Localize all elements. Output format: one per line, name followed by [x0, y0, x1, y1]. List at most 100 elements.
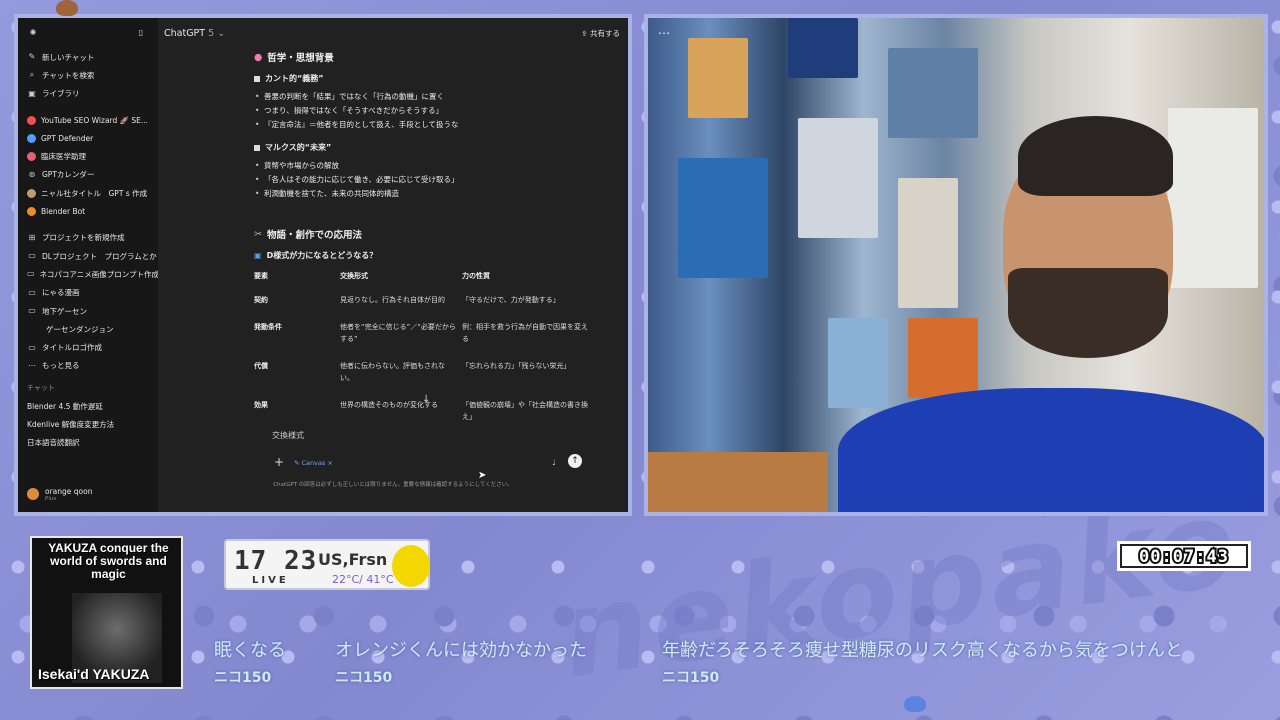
chat-history-label: 日本語音読翻訳	[27, 438, 80, 448]
stream-comment: 眠くなる	[214, 640, 286, 661]
gpt-avatar-icon	[27, 152, 36, 162]
table-header: 交換形式	[340, 272, 368, 280]
gpt-item[interactable]: GPT Defender	[18, 129, 158, 147]
gpt-item[interactable]: YouTube SEO Wizard 🚀 SE...	[18, 111, 158, 129]
bullet-list: 貨幣や市場からの解放 「各人はその能力に応じて働き、必要に応じて受け取る」 利潤…	[254, 159, 594, 201]
live-label: LIVE	[252, 575, 289, 586]
gpt-label: GPTカレンダー	[42, 170, 95, 180]
sidebar-item-library[interactable]: ▣ ライブラリ	[18, 85, 158, 103]
table-cell: 代償	[254, 362, 268, 370]
gpt-avatar-icon	[27, 207, 36, 217]
table-cell: 見返りなし。行為それ自体が目的	[340, 296, 445, 304]
sidebar-header: ✺ ▯	[18, 18, 158, 48]
sidebar-toggle-icon[interactable]: ▯	[136, 28, 146, 38]
gpt-item[interactable]: 臨床医学助理	[18, 147, 158, 165]
person-hair	[1018, 116, 1173, 196]
scroll-down-icon[interactable]: ↓	[422, 394, 430, 405]
share-button[interactable]: ⇪ 共有する	[581, 28, 620, 39]
sub-heading-text: カント的“義務”	[265, 74, 324, 83]
folder-icon: ▭	[27, 269, 35, 279]
project-item[interactable]: ▭ 地下ゲーセン	[18, 302, 158, 320]
sub-heading: マルクス的“未来”	[254, 142, 594, 153]
book-cover: YAKUZA conquer the world of swords and m…	[30, 536, 183, 689]
message-input[interactable]: 交換様式	[272, 430, 304, 441]
exchange-table: 要素 交換形式 力の性質 契約 見返りなし。行為それ自体が目的 「守るだけで、力が発…	[254, 267, 594, 433]
mouse-cursor-icon: ➤	[478, 470, 487, 481]
stream-comment: オレンジくんには効かなかった	[335, 640, 587, 661]
chevron-down-icon: ⌄	[214, 27, 226, 39]
sub-heading: カント的“義務”	[254, 73, 594, 84]
project-subitem[interactable]: ゲーセンダンジョン	[18, 320, 158, 338]
chat-history-item[interactable]: 日本語音読翻訳	[18, 434, 158, 452]
chat-history-label: Kdenlive 解像度変更方法	[27, 419, 115, 429]
table-header-row: 要素 交換形式 力の性質	[254, 267, 594, 289]
list-item: 善悪の判断を「結果」ではなく「行為の動機」に置く	[254, 90, 594, 104]
section-title: 哲学・思想背景	[267, 53, 334, 64]
gpt-icon: ⊛	[28, 169, 36, 179]
sub-heading-text: D様式が力になるとどうなる？	[266, 251, 378, 260]
project-item[interactable]: ▭ ネコパコアニメ画像プロンプト作成	[18, 265, 158, 283]
sub-heading: ▣ D様式が力になるとどうなる？	[254, 250, 594, 261]
clock-time: 17 23	[234, 546, 318, 576]
user-info: orange qoon Plus	[45, 487, 92, 502]
openai-logo-icon[interactable]: ✺	[28, 28, 38, 38]
section-heading: ✂ 物語・創作での応用法	[254, 227, 594, 242]
chat-history-item[interactable]: Blender 4.5 動作遅延	[18, 397, 158, 415]
tools-icon: ✂	[254, 228, 262, 240]
weather-temperature: 22°C/ 41°C	[332, 573, 394, 586]
send-button[interactable]: ↑	[568, 454, 582, 468]
chat-history-label: Blender 4.5 動作遅延	[27, 401, 103, 411]
project-label: プロジェクトを新規作成	[42, 233, 125, 243]
webcam-feed: ⋯	[644, 14, 1268, 516]
project-label: タイトルロゴ作成	[42, 343, 102, 353]
table-row: 代償 他者に伝わらない。評価もされない。 「忘れられる力」「残らない栄光」	[254, 355, 594, 394]
table-row: 契約 見返りなし。行為それ自体が目的 「守るだけで、力が発動する」	[254, 289, 594, 316]
more-options-icon[interactable]: ⋯	[658, 26, 670, 40]
table-cell: 例：相手を救う行為が自動で因果を変える	[462, 323, 588, 343]
folder-icon: ▭	[28, 342, 36, 352]
more-icon: ⋯	[28, 360, 36, 370]
sun-icon	[392, 545, 430, 587]
message-composer[interactable]: 交換様式 + ✎ Canvas × ♩ ↑	[262, 422, 602, 480]
plus-icon[interactable]: +	[274, 455, 284, 469]
project-item[interactable]: ▭ DLプロジェクト プログラムとか	[18, 247, 158, 265]
desk-shelf	[648, 452, 828, 512]
model-selector[interactable]: ChatGPT 5 ⌄	[164, 28, 225, 39]
gpt-item[interactable]: Blender Bot	[18, 202, 158, 220]
share-icon: ⇪	[581, 28, 590, 38]
brain-icon: ●	[254, 51, 263, 63]
project-item[interactable]: ▭ にゃる漫画	[18, 284, 158, 302]
clock-weather-widget: 17 23 LIVE US,Frsn 22°C/ 41°C	[224, 539, 430, 590]
gpt-avatar-icon	[27, 133, 36, 143]
user-menu[interactable]: orange qoon Plus	[18, 476, 158, 512]
comment-user: ニコ150	[662, 670, 720, 686]
bullet-list: 善悪の判断を「結果」ではなく「行為の動機」に置く つまり、損得ではなく「そうすべ…	[254, 90, 594, 132]
sidebar-item-search[interactable]: ⌕ チャットを検索	[18, 66, 158, 84]
project-label: にゃる漫画	[42, 288, 80, 298]
stream-timer: 00:07:43	[1117, 541, 1251, 571]
user-plan: Plus	[45, 495, 57, 502]
project-item[interactable]: ⊞ プロジェクトを新規作成	[18, 229, 158, 247]
pen-icon: ✎	[294, 459, 302, 467]
section-heading: ● 哲学・思想背景	[254, 50, 594, 65]
gpt-label: Blender Bot	[41, 207, 86, 217]
project-item[interactable]: ▭ タイトルロゴ作成	[18, 338, 158, 356]
stream-comment: 年齢だろそろそろ痩せ型糖尿のリスク高くなるから気をつけんと	[662, 640, 1183, 661]
gpt-label: ニャル社タイトル GPT s 作成	[41, 188, 148, 198]
gpt-item[interactable]: ⊛ GPTカレンダー	[18, 166, 158, 184]
sidebar-item-new-chat[interactable]: ✎ 新しいチャット	[18, 48, 158, 66]
gpt-item[interactable]: ニャル社タイトル GPT s 作成	[18, 184, 158, 202]
list-item: つまり、損得ではなく「そうすべきだからそうする」	[254, 104, 594, 118]
mic-icon[interactable]: ♩	[552, 458, 556, 467]
show-more-item[interactable]: ⋯ もっと見る	[18, 357, 158, 375]
weather-location: US,Frsn	[318, 550, 388, 569]
list-item: 貨幣や市場からの解放	[254, 159, 594, 173]
chat-main: ChatGPT 5 ⌄ ⇪ 共有する ● 哲学・思想背景 カント的“義務” 善悪の…	[158, 18, 628, 512]
table-cell: 他者に伝わらない。評価もされない。	[340, 362, 445, 382]
pixel-character-icon	[56, 0, 78, 16]
canvas-tool-chip[interactable]: ✎ Canvas ×	[294, 459, 333, 467]
show-more-label: もっと見る	[42, 361, 80, 371]
person-beard	[1008, 268, 1168, 358]
section-title: 物語・創作での応用法	[266, 230, 362, 241]
chat-history-item[interactable]: Kdenlive 解像度変更方法	[18, 415, 158, 433]
